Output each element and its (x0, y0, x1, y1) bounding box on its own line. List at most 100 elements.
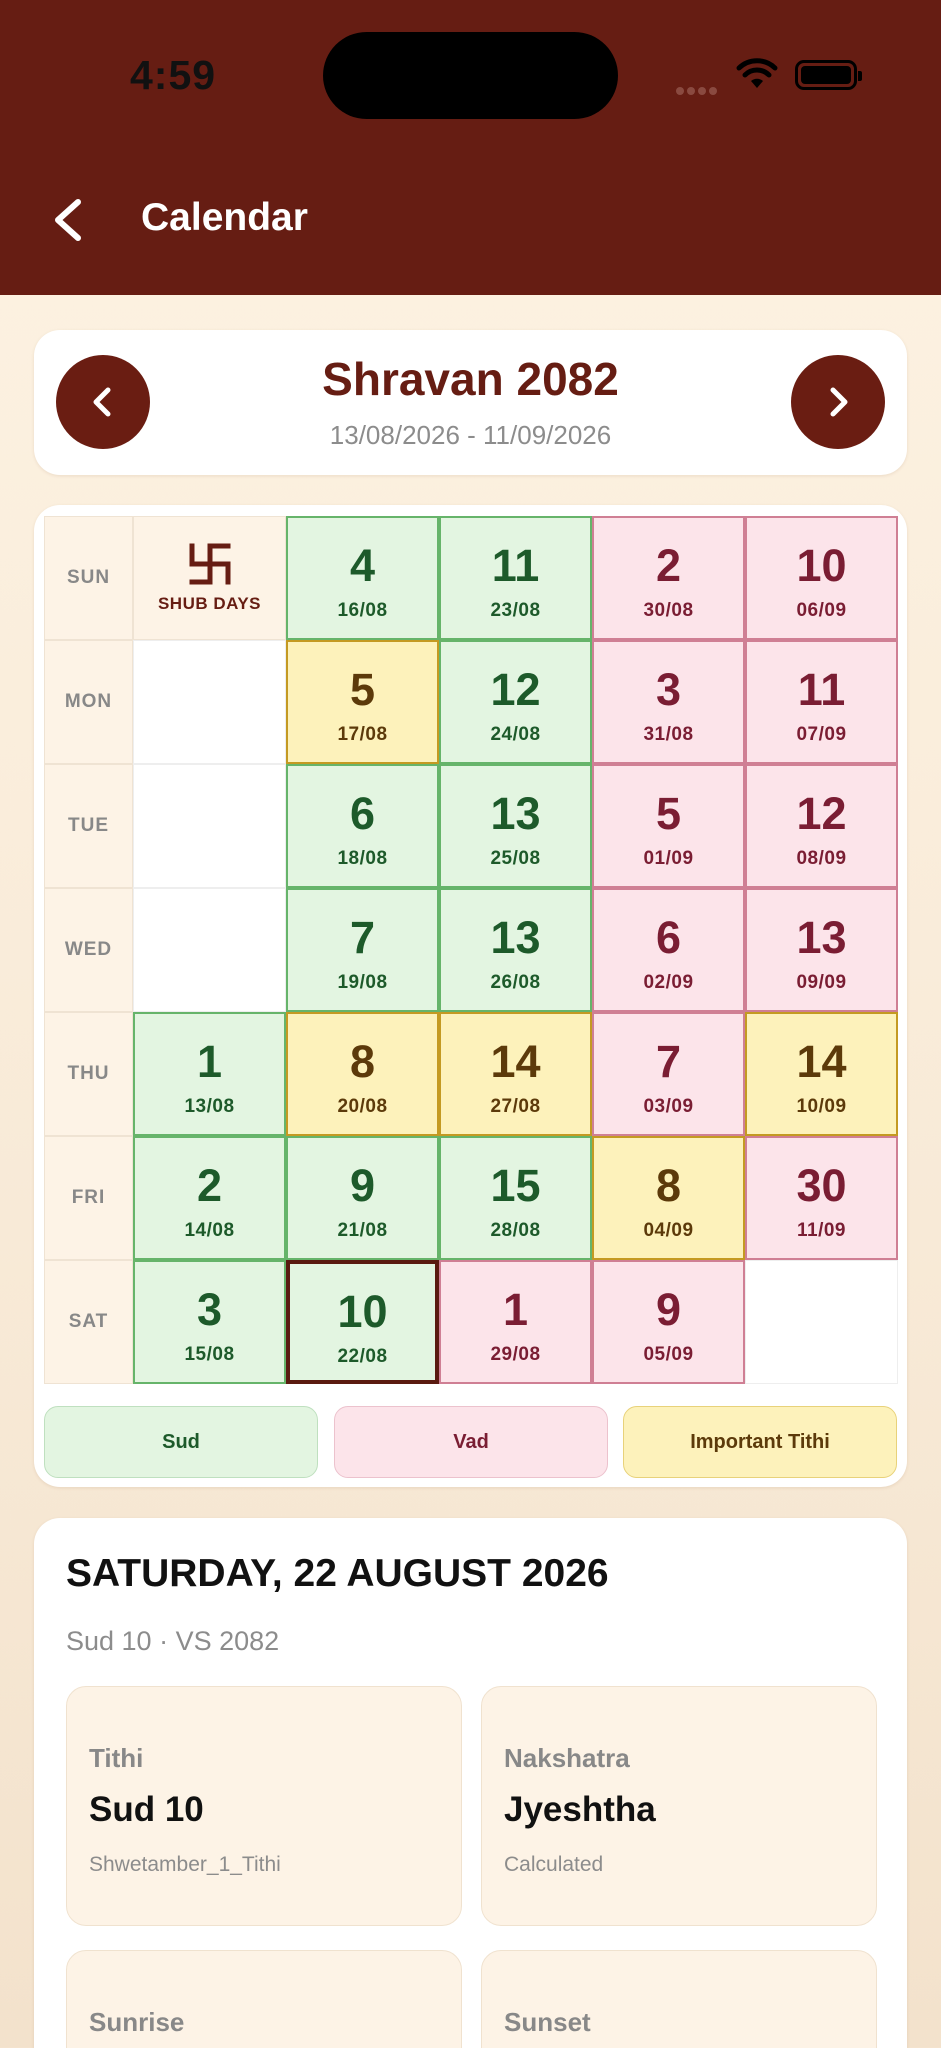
tithi-number: 14 (490, 1036, 541, 1087)
calendar-day[interactable]: 8 04/09 (592, 1136, 745, 1260)
empty-cell (745, 1260, 898, 1384)
tithi-number: 15 (490, 1160, 541, 1211)
status-time: 4:59 (130, 52, 217, 98)
tithi-number: 4 (349, 540, 376, 591)
tithi-number: 6 (349, 788, 376, 839)
gregorian-date: 02/09 (643, 972, 694, 993)
tithi-number: 11 (491, 540, 540, 591)
legend-vad: Vad (334, 1406, 608, 1478)
calendar-day[interactable]: 2 14/08 (133, 1136, 286, 1260)
tithi-number: 7 (349, 912, 376, 963)
calendar-day[interactable]: 13 09/09 (745, 888, 898, 1012)
calendar-day[interactable]: 14 27/08 (439, 1012, 592, 1136)
gregorian-date: 27/08 (490, 1096, 541, 1117)
gregorian-date: 31/08 (643, 724, 694, 745)
tithi-number: 9 (655, 1284, 682, 1335)
info-value: Sud 10 (89, 1790, 204, 1829)
gregorian-date: 13/08 (184, 1096, 235, 1117)
gregorian-date: 23/08 (490, 600, 541, 621)
calendar-day[interactable]: 9 21/08 (286, 1136, 439, 1260)
tithi-number: 12 (490, 664, 541, 715)
gregorian-date: 01/09 (643, 848, 694, 869)
tithi-number: 5 (655, 788, 682, 839)
tithi-number: 3 (655, 664, 682, 715)
tithi-number: 2 (196, 1160, 223, 1211)
calendar-day[interactable]: 5 17/08 (286, 640, 439, 764)
calendar-day[interactable]: 2 30/08 (592, 516, 745, 640)
gregorian-date: 16/08 (337, 600, 388, 621)
gregorian-date: 21/08 (337, 1220, 388, 1241)
battery-icon (795, 60, 862, 90)
calendar-day[interactable]: 11 07/09 (745, 640, 898, 764)
info-value: Jyeshtha (504, 1790, 656, 1829)
calendar-day[interactable]: 5 01/09 (592, 764, 745, 888)
info-sub: Calculated (504, 1853, 604, 1876)
tithi-number: 5 (349, 664, 376, 715)
tithi-number: 1 (502, 1284, 529, 1335)
selected-date-subtitle: Sud 10 · VS 2082 (66, 1626, 280, 1656)
info-key: Sunrise (89, 2007, 185, 2037)
weekday-label: SUN (44, 516, 133, 640)
calendar-day[interactable]: 12 24/08 (439, 640, 592, 764)
calendar-day[interactable]: 8 20/08 (286, 1012, 439, 1136)
gregorian-date: 03/09 (643, 1096, 694, 1117)
calendar-day[interactable]: 14 10/09 (745, 1012, 898, 1136)
tithi-number: 30 (796, 1160, 847, 1211)
calendar-day[interactable]: 6 02/09 (592, 888, 745, 1012)
calendar-day[interactable]: 12 08/09 (745, 764, 898, 888)
nakshatra-card: Nakshatra Jyeshtha Calculated (481, 1686, 877, 1926)
calendar-day[interactable]: 10 06/09 (745, 516, 898, 640)
calendar-day-selected[interactable]: 10 22/08 (286, 1260, 439, 1384)
gregorian-date: 17/08 (337, 724, 388, 745)
info-key: Tithi (89, 1743, 144, 1773)
day-details-card: SATURDAY, 22 AUGUST 2026 Sud 10 · VS 208… (34, 1518, 907, 2048)
calendar-day[interactable]: 3 31/08 (592, 640, 745, 764)
tithi-number: 3 (196, 1284, 223, 1335)
month-navigator: Shravan 2082 13/08/2026 - 11/09/2026 (34, 330, 907, 475)
next-month-button[interactable] (791, 355, 885, 449)
gregorian-date: 08/09 (796, 848, 847, 869)
calendar-day[interactable]: 30 11/09 (745, 1136, 898, 1260)
shub-days-button[interactable]: SHUB DAYS (133, 516, 286, 640)
gregorian-date: 26/08 (490, 972, 541, 993)
tithi-number: 10 (337, 1286, 388, 1337)
gregorian-date: 20/08 (337, 1096, 388, 1117)
month-date-range: 13/08/2026 - 11/09/2026 (329, 420, 612, 450)
weekday-label: FRI (44, 1136, 133, 1260)
weekday-label: TUE (44, 764, 133, 888)
tithi-number: 8 (349, 1036, 376, 1087)
sunset-card: Sunset (481, 1950, 877, 2048)
calendar-card: SUN MON TUE WED THU FRI SAT SHUB DAYS 1 13/08 2 14/… (34, 505, 907, 1487)
gregorian-date: 04/09 (643, 1220, 694, 1241)
calendar-day[interactable]: 9 05/09 (592, 1260, 745, 1384)
gregorian-date: 24/08 (490, 724, 541, 745)
back-button[interactable] (48, 196, 88, 244)
tithi-number: 2 (655, 540, 682, 591)
calendar-day[interactable]: 13 25/08 (439, 764, 592, 888)
shub-days-label: SHUB DAYS (157, 594, 262, 613)
calendar-day[interactable]: 4 16/08 (286, 516, 439, 640)
calendar-day[interactable]: 1 13/08 (133, 1012, 286, 1136)
tithi-number: 12 (796, 788, 847, 839)
gregorian-date: 11/09 (797, 1220, 846, 1241)
calendar-day[interactable]: 7 03/09 (592, 1012, 745, 1136)
gregorian-date: 28/08 (490, 1220, 541, 1241)
calendar-day[interactable]: 13 26/08 (439, 888, 592, 1012)
gregorian-date: 15/08 (184, 1344, 235, 1365)
app-header: 4:59 Calendar (0, 0, 941, 295)
swastika-icon (189, 543, 230, 585)
tithi-card: Tithi Sud 10 Shwetamber_1_Tithi (66, 1686, 462, 1926)
weekday-label: MON (44, 640, 133, 764)
calendar-day[interactable]: 6 18/08 (286, 764, 439, 888)
calendar-day[interactable]: 15 28/08 (439, 1136, 592, 1260)
legend-sud: Sud (44, 1406, 318, 1478)
gregorian-date: 14/08 (184, 1220, 235, 1241)
sunrise-card: Sunrise (66, 1950, 462, 2048)
calendar-day[interactable]: 11 23/08 (439, 516, 592, 640)
calendar-day[interactable]: 1 29/08 (439, 1260, 592, 1384)
gregorian-date: 06/09 (796, 600, 847, 621)
calendar-day[interactable]: 7 19/08 (286, 888, 439, 1012)
tithi-number: 14 (796, 1036, 847, 1087)
calendar-day[interactable]: 3 15/08 (133, 1260, 286, 1384)
tithi-number: 10 (796, 540, 847, 591)
